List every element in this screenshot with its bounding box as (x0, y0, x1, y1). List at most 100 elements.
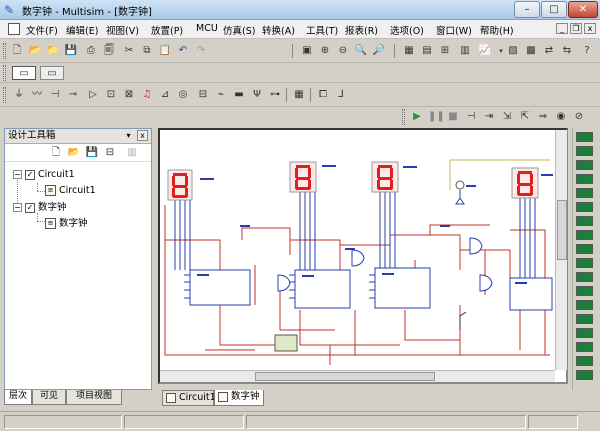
erc-icon[interactable]: ▩ (524, 44, 538, 58)
pause-simulation-icon[interactable]: ❚❚ (428, 110, 445, 124)
redo-icon[interactable]: ↷ (194, 44, 208, 58)
pin-icon[interactable]: ▾ (123, 130, 134, 141)
remove-breakpoints-icon[interactable]: ⊘ (572, 110, 586, 124)
bus-icon[interactable]: ⅃ (334, 88, 348, 102)
logic-converter-icon[interactable] (576, 258, 593, 268)
current-probe-icon[interactable] (576, 370, 593, 380)
print-preview-icon[interactable]: 🗐 (102, 44, 116, 58)
menu-help[interactable]: 帮助(H) (480, 23, 514, 37)
advanced-peripherals-icon[interactable]: ▬ (232, 88, 246, 102)
tree-item-digital-clock[interactable]: − ✓ 数字钟 (13, 199, 67, 213)
menu-file[interactable]: 文件(F) (26, 23, 58, 37)
tab-visibility[interactable]: 可见 (32, 390, 66, 405)
source-icon[interactable]: ⏚ (12, 88, 26, 102)
horizontal-scroll-thumb[interactable] (255, 372, 435, 381)
ttl-icon[interactable]: ⊡ (104, 88, 118, 102)
function-generator-icon[interactable] (576, 146, 593, 156)
forward-annotate-icon[interactable]: ⇆ (560, 44, 574, 58)
tab-hierarchy[interactable]: 层次 (4, 390, 32, 405)
toolbar-grip[interactable] (3, 43, 6, 59)
toolbar-grip[interactable] (3, 65, 6, 81)
analog-icon[interactable]: ▷ (86, 88, 100, 102)
zoom-out-icon[interactable]: ⊖ (336, 44, 350, 58)
close-design-icon[interactable]: ⊟ (103, 146, 117, 160)
menu-place[interactable]: 放置(P) (151, 23, 183, 37)
zoom-area-icon[interactable]: 🔍 (354, 44, 368, 58)
stop-simulation-icon[interactable]: ■ (446, 110, 460, 124)
tab-digital-clock[interactable]: 数字钟 (214, 390, 264, 406)
component-wizard-icon[interactable]: ▥ (458, 44, 472, 58)
spectrum-analyzer-icon[interactable] (576, 300, 593, 310)
basic-icon[interactable]: 〰 (30, 88, 44, 102)
show-grid-icon[interactable]: ▭ (12, 66, 36, 80)
zoom-in-icon[interactable]: ⊕ (318, 44, 332, 58)
new-design-icon[interactable]: 🗋 (49, 146, 63, 160)
database-icon[interactable]: ⊞ (438, 44, 452, 58)
full-screen-icon[interactable]: ▣ (300, 44, 314, 58)
menu-edit[interactable]: 编辑(E) (66, 23, 98, 37)
show-border-icon[interactable]: ▭ (40, 66, 64, 80)
diode-icon[interactable]: ⊣ (48, 88, 62, 102)
mixed-icon[interactable]: ⊿ (158, 88, 172, 102)
collapse-icon[interactable]: − (13, 203, 22, 212)
distortion-analyzer-icon[interactable] (576, 286, 593, 296)
cmos-icon[interactable]: ⊠ (122, 88, 136, 102)
tree-item-digital-clock-sheet[interactable]: ≡ 数字钟 (45, 215, 88, 229)
misc-icon[interactable]: ⌁ (214, 88, 228, 102)
step-into-icon[interactable]: ⇲ (500, 110, 514, 124)
menu-transfer[interactable]: 转换(A) (262, 23, 295, 37)
toggle-breakpoint-icon[interactable]: ◉ (554, 110, 568, 124)
hierarchical-block-icon[interactable]: ⧠ (316, 88, 330, 102)
word-generator-icon[interactable] (576, 230, 593, 240)
print-icon[interactable]: ⎙ (84, 44, 98, 58)
run-to-cursor-icon[interactable]: ⇒ (536, 110, 550, 124)
new-file-icon[interactable]: 🗋 (10, 44, 24, 58)
canvas-vertical-scrollbar[interactable] (555, 130, 567, 370)
design-toolbox-icon[interactable]: ▦ (402, 44, 416, 58)
open-design-icon[interactable]: 📂 (67, 146, 81, 160)
menu-window[interactable]: 窗口(W) (436, 23, 472, 37)
spreadsheet-icon[interactable]: ▤ (420, 44, 434, 58)
menu-view[interactable]: 视图(V) (106, 23, 139, 37)
agilent-multimeter-icon[interactable] (576, 342, 593, 352)
menu-mcu[interactable]: MCU (196, 23, 218, 34)
open-sample-icon[interactable]: 📁 (46, 44, 60, 58)
step-over-icon[interactable]: ⇥ (482, 110, 496, 124)
logic-analyzer-icon[interactable] (576, 244, 593, 254)
minimize-button[interactable]: – (514, 1, 540, 18)
zoom-fit-icon[interactable]: 🔎 (372, 44, 386, 58)
run-simulation-icon[interactable]: ▶ (410, 110, 424, 124)
cut-icon[interactable]: ✂ (122, 44, 136, 58)
tree-item-circuit1[interactable]: − ✓ Circuit1 (13, 169, 75, 180)
schematic-canvas[interactable] (158, 128, 568, 384)
tree-item-circuit1-sheet[interactable]: ≡ Circuit1 (45, 185, 96, 196)
tab-project-view[interactable]: 项目视图 (66, 390, 122, 405)
tektronix-oscilloscope-icon[interactable] (576, 356, 593, 366)
menu-options[interactable]: 选项(O) (390, 23, 424, 37)
back-annotate-icon[interactable]: ⇄ (542, 44, 556, 58)
delete-design-icon[interactable]: ▥ (125, 146, 139, 160)
four-channel-oscilloscope-icon[interactable] (576, 188, 593, 198)
iv-analyzer-icon[interactable] (576, 272, 593, 282)
open-folder-icon[interactable]: 📂 (28, 44, 42, 58)
save-icon[interactable]: 💾 (64, 44, 78, 58)
transistor-icon[interactable]: ⊸ (66, 88, 80, 102)
indicator-icon[interactable]: ◎ (176, 88, 190, 102)
step-icon[interactable]: ⊣ (464, 110, 478, 124)
save-design-icon[interactable]: 💾 (85, 146, 99, 160)
panel-close-button[interactable]: x (137, 130, 148, 141)
menu-tools[interactable]: 工具(T) (306, 23, 338, 37)
agilent-generator-icon[interactable] (576, 328, 593, 338)
network-analyzer-icon[interactable] (576, 314, 593, 324)
step-out-icon[interactable]: ⇱ (518, 110, 532, 124)
bode-plotter-icon[interactable] (576, 202, 593, 212)
maximize-button[interactable]: □ (541, 1, 567, 18)
postprocessor-icon[interactable]: ▧ (506, 44, 520, 58)
vertical-scroll-thumb[interactable] (557, 200, 567, 260)
grapher-icon[interactable]: 📈 (478, 44, 492, 58)
close-button[interactable]: ✕ (568, 1, 598, 18)
oscilloscope-icon[interactable] (576, 174, 593, 184)
wattmeter-icon[interactable] (576, 160, 593, 170)
multimeter-icon[interactable] (576, 132, 593, 142)
undo-icon[interactable]: ↶ (176, 44, 190, 58)
